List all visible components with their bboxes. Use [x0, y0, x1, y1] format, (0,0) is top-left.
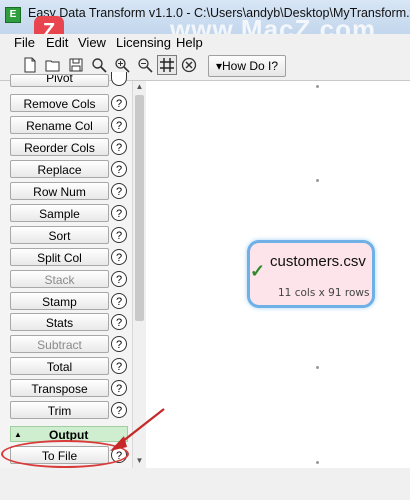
- help-icon[interactable]: ?: [111, 227, 127, 243]
- open-folder-icon[interactable]: [43, 55, 63, 75]
- help-icon[interactable]: ?: [111, 117, 127, 133]
- menu-edit[interactable]: Edit: [46, 35, 68, 50]
- node-dimensions: 11 cols x 91 rows: [278, 287, 370, 299]
- op-total-button[interactable]: Total: [10, 357, 109, 375]
- check-icon: ✓: [250, 261, 266, 281]
- help-icon[interactable]: ?: [111, 183, 127, 199]
- how-do-i-button[interactable]: ▾How Do I?: [208, 55, 286, 77]
- save-icon[interactable]: [66, 55, 86, 75]
- grid-dot: [316, 366, 319, 369]
- help-icon[interactable]: ?: [111, 293, 127, 309]
- menu-view[interactable]: View: [78, 35, 106, 50]
- help-icon[interactable]: ?: [111, 249, 127, 265]
- grid-icon[interactable]: [157, 55, 177, 75]
- help-icon[interactable]: ?: [111, 314, 127, 330]
- op-pivot-button[interactable]: Pivot: [10, 74, 109, 87]
- op-subtract-button[interactable]: Subtract: [10, 335, 109, 353]
- op-remove-cols-button[interactable]: Remove Cols: [10, 94, 109, 112]
- zoom-out-icon[interactable]: [135, 55, 155, 75]
- app-logo-icon: E: [5, 7, 21, 23]
- scrollbar-thumb[interactable]: [135, 95, 144, 321]
- op-sample-button[interactable]: Sample: [10, 204, 109, 222]
- help-icon[interactable]: ?: [111, 95, 127, 111]
- status-area: [0, 468, 410, 500]
- help-icon[interactable]: ?: [111, 380, 127, 396]
- op-transpose-button[interactable]: Transpose: [10, 379, 109, 397]
- annotation-arrow-icon: [110, 408, 165, 451]
- help-icon[interactable]: ?: [111, 205, 127, 221]
- new-file-icon[interactable]: [20, 55, 40, 75]
- op-split-col-button[interactable]: Split Col: [10, 248, 109, 266]
- op-sort-button[interactable]: Sort: [10, 226, 109, 244]
- cancel-icon[interactable]: [179, 55, 199, 75]
- search-icon[interactable]: [89, 55, 109, 75]
- help-icon[interactable]: ?: [111, 161, 127, 177]
- op-stack-button[interactable]: Stack: [10, 270, 109, 288]
- grid-dot: [316, 179, 319, 182]
- title-bar: E Easy Data Transform v1.1.0 - C:\Users\…: [0, 0, 410, 46]
- menu-file[interactable]: File: [14, 35, 35, 50]
- menu-help[interactable]: Help: [176, 35, 203, 50]
- scroll-up-arrow-icon[interactable]: ▲: [135, 82, 144, 91]
- menu-licensing[interactable]: Licensing: [116, 35, 171, 50]
- scroll-down-arrow-icon[interactable]: ▼: [135, 456, 144, 465]
- help-icon[interactable]: ?: [111, 336, 127, 352]
- op-trim-button[interactable]: Trim: [10, 401, 109, 419]
- input-node-customers[interactable]: ✓ customers.csv 11 cols x 91 rows: [247, 240, 375, 308]
- help-icon[interactable]: ?: [111, 271, 127, 287]
- op-stats-button[interactable]: Stats: [10, 313, 109, 331]
- collapse-triangle-icon: ▲: [14, 430, 22, 439]
- node-title: customers.csv: [270, 253, 366, 270]
- op-reorder-cols-button[interactable]: Reorder Cols: [10, 138, 109, 156]
- grid-dot: [316, 461, 319, 464]
- help-icon[interactable]: ?: [111, 139, 127, 155]
- op-rename-col-button[interactable]: Rename Col: [10, 116, 109, 134]
- help-icon[interactable]: ?: [111, 358, 127, 374]
- grid-dot: [316, 85, 319, 88]
- op-stamp-button[interactable]: Stamp: [10, 292, 109, 310]
- op-row-num-button[interactable]: Row Num: [10, 182, 109, 200]
- menu-bar: File Edit View Licensing Help: [0, 34, 410, 52]
- op-replace-button[interactable]: Replace: [10, 160, 109, 178]
